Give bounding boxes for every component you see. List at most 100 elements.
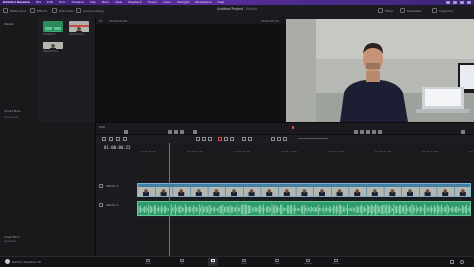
clip-thumbnail[interactable] <box>43 38 63 49</box>
video-clip-frame <box>190 187 208 196</box>
video-clip-frame <box>296 187 314 196</box>
video-clip-frame <box>384 187 402 196</box>
source-zoom[interactable]: Fit <box>99 19 103 23</box>
video-clip-frame <box>331 187 349 196</box>
timeline-tracks[interactable] <box>137 152 474 256</box>
settings-icon[interactable] <box>460 260 464 264</box>
marker-icon[interactable] <box>248 137 252 141</box>
metadata-icon <box>400 8 405 13</box>
zoom-custom-icon[interactable] <box>283 137 287 141</box>
audio-clip[interactable] <box>137 201 471 216</box>
timeline-ruler[interactable]: 01:00:00:0001:00:04:0001:00:08:0001:00:1… <box>137 143 474 158</box>
mixer-label: Mixer <box>385 8 394 13</box>
wifi-icon <box>446 1 450 4</box>
page-deliver-label: Deliver <box>332 262 340 265</box>
source-timecode: 00:00:00:00 <box>260 19 279 23</box>
snapping-icon[interactable] <box>218 137 222 141</box>
mixer-icon <box>378 8 383 13</box>
timeline-timecode: 01:00:06:22 <box>104 145 131 150</box>
page-color[interactable]: Color <box>272 258 282 266</box>
video-track-label: Video 1 <box>108 184 119 188</box>
bin-list: Master Smart Bins Keywords <box>0 17 38 122</box>
control-center-icon <box>467 1 471 4</box>
source-viewer[interactable]: Fit 00:00:00:00 00:00:00:00 <box>96 17 282 122</box>
timeline-scrubber[interactable] <box>292 126 294 129</box>
video-clip-frame <box>314 187 331 196</box>
timeline-viewer[interactable]: Fit Timeline 1 01:00:06:22 <box>283 17 474 122</box>
metadata-label: Metadata <box>407 8 422 13</box>
search-icon <box>460 1 464 4</box>
edited-label: Edited <box>246 7 257 11</box>
source-timecode-left: 00:00:00:00 <box>109 19 128 23</box>
video-clip-frame <box>138 187 155 196</box>
video-clip-frame <box>419 187 437 196</box>
video-clip[interactable] <box>137 183 471 197</box>
position-lock-icon[interactable] <box>230 137 234 141</box>
project-name: Untitled Project <box>217 7 244 11</box>
video-clip-frame <box>349 187 367 196</box>
replace-clip-icon[interactable] <box>208 137 212 141</box>
video-clip-frame <box>454 187 470 196</box>
inspector-label: Inspector <box>439 8 453 13</box>
metadata-button[interactable]: Metadata <box>400 7 421 14</box>
insert-clip-icon[interactable] <box>196 137 200 141</box>
playhead[interactable] <box>169 143 170 256</box>
source-scrubber[interactable] <box>99 126 105 128</box>
page-fusion[interactable]: Fusion <box>239 258 249 266</box>
smart-bins-label: Smart Bins <box>4 109 21 113</box>
overwrite-clip-icon[interactable] <box>202 137 206 141</box>
inspector-button[interactable]: Inspector <box>432 7 453 14</box>
blade-tool-icon[interactable] <box>123 137 127 141</box>
zoom-full-icon[interactable] <box>271 137 275 141</box>
inspector-icon <box>432 8 437 13</box>
page-cut-label: Cut <box>180 262 184 265</box>
page-navigation-bar: DaVinci Resolve 18 Media Cut Edit Fusion… <box>0 256 474 267</box>
page-fairlight-label: Fairlight <box>303 262 312 265</box>
audio-track-label: Audio 1 <box>108 203 119 207</box>
master-bin[interactable]: Master <box>4 22 14 26</box>
dynamic-trim-icon[interactable] <box>116 137 120 141</box>
source-viewer-header: Fit 00:00:00:00 00:00:00:00 <box>96 17 282 24</box>
clip-thumbnail[interactable] <box>69 21 89 32</box>
app-version: DaVinci Resolve 18 <box>12 260 41 264</box>
home-icon[interactable] <box>450 260 454 264</box>
page-cut[interactable]: Cut <box>177 258 187 266</box>
video-clip-frame <box>173 187 191 196</box>
media-pool: Timeline 1 Clip 01.mov Clip 02.mov <box>37 17 96 122</box>
page-edit[interactable]: Edit <box>208 258 218 266</box>
video-track-visibility-icon[interactable] <box>99 184 103 188</box>
video-clip-frame <box>437 187 455 196</box>
media-clip-name: Timeline 1 <box>43 33 57 36</box>
media-clip-name: Clip 02.mov <box>43 50 58 53</box>
video-clip-frame <box>243 187 261 196</box>
page-edit-label: Edit <box>211 262 215 265</box>
davinci-logo-icon <box>5 259 10 264</box>
trim-tool-icon[interactable] <box>109 137 113 141</box>
keywords-label[interactable]: Keywords <box>4 115 18 119</box>
audio-track-mute-icon[interactable] <box>99 203 103 207</box>
keywords-footer[interactable]: Keywords <box>4 240 16 243</box>
linked-selection-icon[interactable] <box>224 137 228 141</box>
video-clip-frame <box>208 187 226 196</box>
video-clip-frame <box>402 187 419 196</box>
timeline-header: 01:00:06:22 01:00:00:0001:00:04:0001:00:… <box>96 143 474 158</box>
track-headers: V1 Video 1 A1 Audio 1 <box>96 152 138 256</box>
mixer-button[interactable]: Mixer <box>378 7 393 14</box>
page-fusion-label: Fusion <box>240 262 248 265</box>
selection-tool-icon[interactable] <box>102 137 106 141</box>
smart-bins-footer: Smart Bins <box>4 235 20 239</box>
page-color-label: Color <box>274 262 280 265</box>
video-clip-frame <box>155 187 173 196</box>
timeline-thumbnail[interactable] <box>43 21 63 32</box>
page-media[interactable]: Media <box>143 258 153 266</box>
page-deliver[interactable]: Deliver <box>331 258 341 266</box>
video-frame <box>286 19 474 122</box>
flag-icon[interactable] <box>242 137 246 141</box>
zoom-slider[interactable] <box>298 138 328 139</box>
video-clip-frame <box>226 187 243 196</box>
battery-icon <box>453 1 457 4</box>
zoom-detail-icon[interactable] <box>277 137 281 141</box>
video-clip-frame <box>366 187 384 196</box>
video-clip-frame <box>278 187 296 196</box>
page-fairlight[interactable]: Fairlight <box>303 258 313 266</box>
